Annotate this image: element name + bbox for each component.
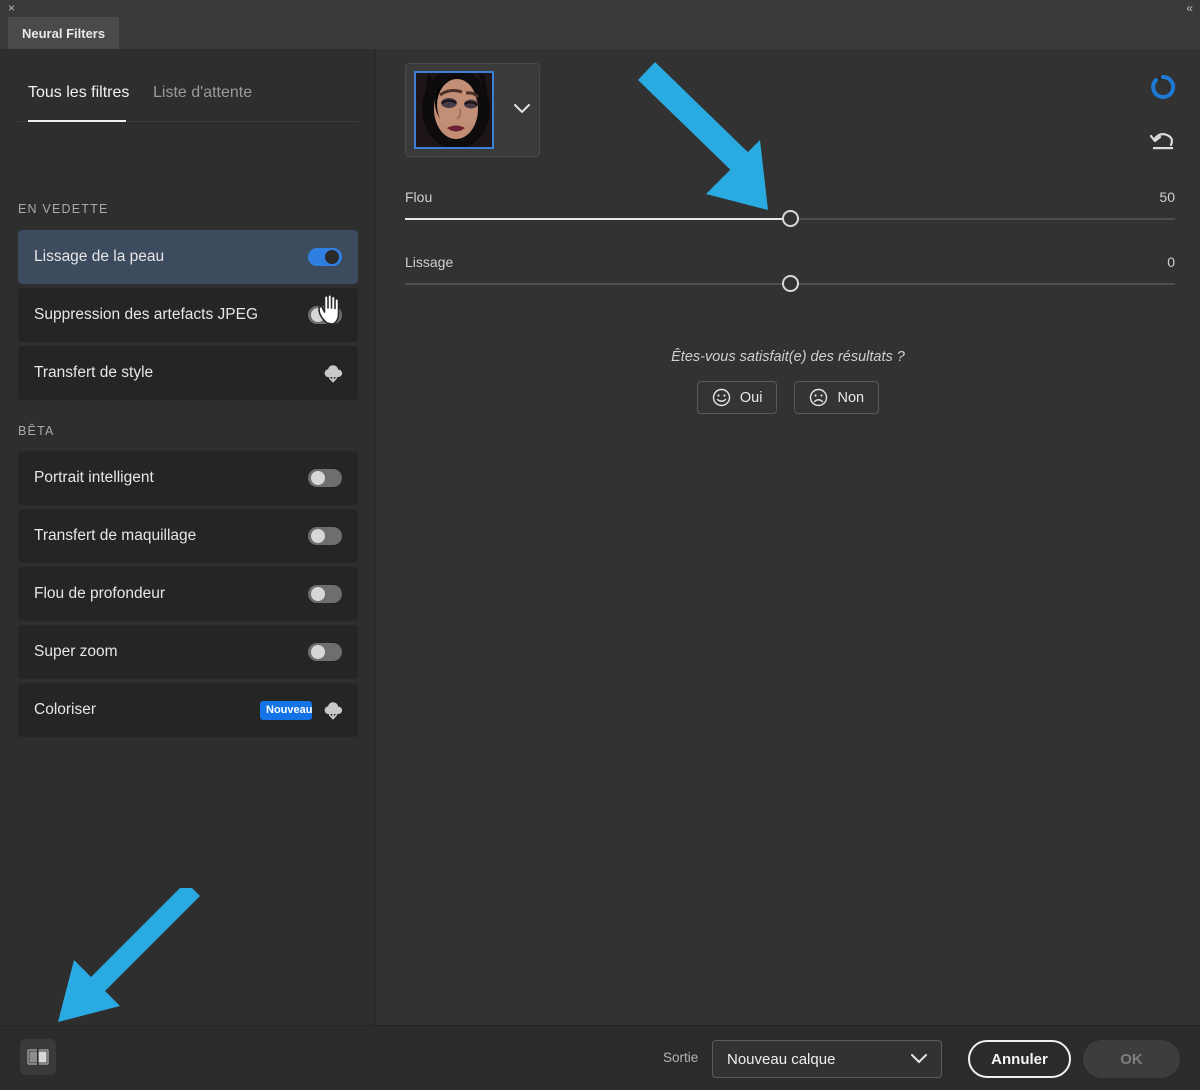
preview-toggle-button[interactable] — [20, 1039, 56, 1075]
toggle-knob — [311, 645, 325, 659]
toggle-knob — [325, 250, 339, 264]
reset-icon[interactable] — [1149, 131, 1176, 156]
ok-button: OK — [1083, 1040, 1180, 1078]
filter-row-transfert-de-style[interactable]: Transfert de style — [18, 346, 358, 400]
feedback-yes-button[interactable]: Oui — [696, 381, 778, 414]
cancel-button[interactable]: Annuler — [968, 1040, 1071, 1078]
chevron-down-icon — [911, 1051, 927, 1068]
new-badge: Nouveau — [260, 700, 312, 720]
filter-row-suppression-des-artefacts-jpeg[interactable]: Suppression des artefacts JPEG — [18, 288, 358, 342]
filter-row-super-zoom[interactable]: Super zoom — [18, 625, 358, 679]
filter-row-label: Portrait intelligent — [34, 469, 154, 486]
slider-flou-thumb[interactable] — [781, 210, 799, 227]
feedback-buttons: Oui Non — [376, 381, 1200, 414]
smiley-face-icon — [712, 388, 731, 407]
tab-strip: Neural Filters — [0, 17, 1200, 49]
collapse-icon[interactable]: « — [1186, 1, 1193, 16]
feedback-question: Êtes-vous satisfait(e) des résultats ? — [671, 349, 905, 365]
face-thumbnail[interactable] — [414, 71, 494, 149]
chevron-down-icon[interactable] — [514, 101, 530, 119]
filter-toggle[interactable] — [308, 306, 342, 324]
filter-row-label: Coloriser — [34, 701, 97, 718]
group-label-beta: BÊTA — [18, 424, 55, 438]
toggle-knob — [311, 529, 325, 543]
filter-row-lissage-de-la-peau[interactable]: Lissage de la peau — [18, 230, 358, 284]
filter-toggle[interactable] — [308, 527, 342, 545]
slider-lissage-label: Lissage — [405, 254, 454, 270]
subtab-active-indicator — [28, 120, 126, 122]
feedback-yes-label: Oui — [739, 389, 763, 406]
filter-row-label: Transfert de style — [34, 364, 154, 381]
close-icon[interactable]: × — [8, 1, 15, 16]
toggle-knob — [311, 308, 325, 322]
filter-toggle[interactable] — [308, 469, 342, 487]
slider-flou-fill — [405, 218, 790, 220]
cloud-download-icon[interactable] — [322, 700, 344, 720]
window-titlebar: × « — [0, 0, 1200, 17]
feedback-no-button[interactable]: Non — [794, 381, 880, 414]
sidebar-subtabs: Tous les filtres Liste d'attente — [0, 75, 375, 123]
filter-row-coloriser[interactable]: Coloriser Nouveau — [18, 683, 358, 737]
filter-row-label: Transfert de maquillage — [34, 527, 197, 544]
filter-row-label: Flou de profondeur — [34, 585, 165, 602]
slider-flou-value: 50 — [1159, 189, 1175, 205]
feedback-no-label: Non — [837, 389, 865, 406]
group-label-featured: EN VEDETTE — [18, 202, 109, 216]
slider-flou-label: Flou — [405, 189, 433, 205]
filters-sidebar: Tous les filtres Liste d'attente EN VEDE… — [0, 49, 375, 1025]
dialog-footer: Sortie Nouveau calque Annuler OK — [0, 1025, 1200, 1090]
filter-row-transfert-de-maquillage[interactable]: Transfert de maquillage — [18, 509, 358, 563]
filter-row-flou-de-profondeur[interactable]: Flou de profondeur — [18, 567, 358, 621]
filter-row-label: Lissage de la peau — [34, 248, 165, 265]
filter-toggle[interactable] — [308, 585, 342, 603]
frowny-face-icon — [810, 388, 828, 407]
cloud-download-icon[interactable] — [322, 363, 344, 383]
output-label: Sortie — [663, 1050, 699, 1065]
tab-neural-filters[interactable]: Neural Filters — [8, 17, 120, 49]
subtab-waitlist[interactable]: Liste d'attente — [153, 75, 252, 111]
slider-lissage-value: 0 — [1167, 254, 1175, 270]
filter-row-portrait-intelligent[interactable]: Portrait intelligent — [18, 451, 358, 505]
slider-lissage-thumb[interactable] — [781, 275, 799, 292]
filter-toggle[interactable] — [308, 643, 342, 661]
filter-row-label: Super zoom — [34, 643, 118, 660]
toggle-knob — [311, 587, 325, 601]
output-select[interactable]: Nouveau calque — [712, 1040, 942, 1078]
filter-settings-panel: Flou 50 Lissage 0 Êtes-vous satisfait(e)… — [376, 49, 1200, 1025]
loading-spinner — [1149, 73, 1177, 106]
filter-row-label: Suppression des artefacts JPEG — [34, 306, 259, 323]
output-select-value: Nouveau calque — [727, 1050, 836, 1068]
thumbnail-selector[interactable] — [405, 63, 540, 157]
toggle-knob — [311, 471, 325, 485]
before-after-preview-icon — [27, 1048, 49, 1066]
filter-toggle[interactable] — [308, 248, 342, 266]
subtab-all-filters[interactable]: Tous les filtres — [28, 75, 129, 111]
